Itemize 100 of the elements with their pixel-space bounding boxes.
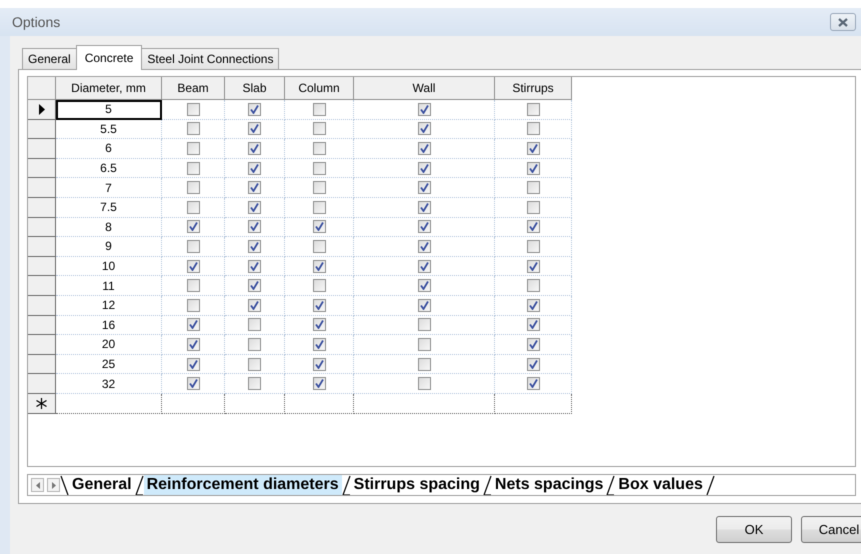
checkbox[interactable]: [418, 358, 430, 371]
checkbox[interactable]: [418, 200, 430, 214]
checkbox[interactable]: [418, 260, 430, 273]
checkbox[interactable]: [186, 142, 200, 155]
table-cell[interactable]: 20: [56, 335, 162, 355]
checkbox[interactable]: [418, 102, 430, 116]
checkbox[interactable]: [186, 122, 200, 136]
checkbox[interactable]: [418, 338, 430, 351]
sheet-tab[interactable]: Stirrups spacing: [350, 475, 483, 495]
sheet-tab[interactable]: Nets spacings: [492, 475, 606, 495]
table-cell[interactable]: 7: [56, 178, 162, 198]
checkbox[interactable]: [186, 162, 200, 175]
column-header[interactable]: Column: [285, 77, 354, 100]
table-cell[interactable]: [354, 394, 495, 414]
sheet-tab[interactable]: Box values: [615, 475, 706, 495]
checkbox[interactable]: [312, 338, 326, 351]
checkbox[interactable]: [312, 220, 326, 234]
checkbox[interactable]: [418, 377, 430, 390]
tab[interactable]: General: [22, 48, 77, 69]
column-header[interactable]: Diameter, mm: [56, 77, 162, 100]
table-cell[interactable]: 12: [56, 296, 162, 316]
checkbox[interactable]: [418, 220, 430, 234]
checkbox[interactable]: [312, 142, 326, 155]
checkbox[interactable]: [312, 260, 326, 273]
checkbox[interactable]: [312, 377, 326, 390]
checkbox[interactable]: [248, 200, 261, 214]
table-cell[interactable]: 6.5: [56, 158, 162, 178]
checkbox[interactable]: [248, 240, 261, 253]
table-cell[interactable]: [495, 394, 572, 414]
checkbox[interactable]: [248, 298, 261, 312]
checkbox[interactable]: [186, 358, 200, 371]
checkbox[interactable]: [186, 260, 200, 273]
checkbox[interactable]: [418, 142, 430, 155]
column-header[interactable]: Slab: [225, 77, 285, 100]
dialog-button[interactable]: OK: [716, 516, 792, 543]
checkbox[interactable]: [312, 122, 326, 136]
scroll-right-button[interactable]: [47, 478, 60, 492]
checkbox[interactable]: [312, 358, 326, 371]
sheet-tab[interactable]: Reinforcement diameters: [144, 475, 342, 495]
checkbox[interactable]: [526, 377, 540, 390]
checkbox[interactable]: [186, 102, 200, 116]
checkbox[interactable]: [186, 220, 200, 234]
checkbox[interactable]: [526, 142, 540, 155]
row-header[interactable]: [28, 100, 56, 120]
checkbox[interactable]: [248, 122, 261, 136]
table-cell[interactable]: 8: [56, 218, 162, 238]
checkbox[interactable]: [186, 200, 200, 214]
checkbox[interactable]: [418, 298, 430, 312]
scroll-left-button[interactable]: [31, 478, 44, 492]
dialog-button[interactable]: Cancel: [801, 516, 861, 543]
checkbox[interactable]: [418, 279, 430, 292]
checkbox[interactable]: [248, 358, 261, 371]
table-cell[interactable]: 5: [56, 100, 162, 120]
table-cell[interactable]: 32: [56, 374, 162, 394]
checkbox[interactable]: [312, 200, 326, 214]
table-cell[interactable]: [285, 394, 354, 414]
checkbox[interactable]: [186, 377, 200, 390]
table-cell[interactable]: [56, 394, 162, 414]
checkbox[interactable]: [418, 162, 430, 175]
checkbox[interactable]: [186, 181, 200, 194]
checkbox[interactable]: [526, 240, 540, 253]
checkbox[interactable]: [526, 200, 540, 214]
tab[interactable]: Concrete: [76, 45, 142, 70]
checkbox[interactable]: [248, 279, 261, 292]
column-header[interactable]: Wall: [354, 77, 495, 100]
column-header[interactable]: Beam: [162, 77, 225, 100]
checkbox[interactable]: [186, 240, 200, 253]
tab[interactable]: Steel Joint Connections: [141, 48, 280, 69]
table-cell[interactable]: 9: [56, 237, 162, 257]
checkbox[interactable]: [526, 162, 540, 175]
checkbox[interactable]: [418, 122, 430, 136]
checkbox[interactable]: [312, 318, 326, 332]
checkbox[interactable]: [248, 181, 261, 194]
checkbox[interactable]: [526, 279, 540, 292]
checkbox[interactable]: [312, 240, 326, 253]
checkbox[interactable]: [526, 318, 540, 332]
table-cell[interactable]: 25: [56, 354, 162, 374]
sheet-tab[interactable]: General: [69, 475, 135, 495]
checkbox[interactable]: [248, 220, 261, 234]
table-cell[interactable]: 10: [56, 256, 162, 276]
checkbox[interactable]: [248, 318, 261, 332]
checkbox[interactable]: [312, 162, 326, 175]
checkbox[interactable]: [186, 279, 200, 292]
checkbox[interactable]: [526, 181, 540, 194]
table-cell[interactable]: 16: [56, 316, 162, 336]
checkbox[interactable]: [248, 377, 261, 390]
checkbox[interactable]: [312, 279, 326, 292]
checkbox[interactable]: [418, 181, 430, 194]
table-cell[interactable]: 7.5: [56, 198, 162, 218]
table-cell[interactable]: [162, 394, 225, 414]
checkbox[interactable]: [526, 298, 540, 312]
checkbox[interactable]: [186, 338, 200, 351]
checkbox[interactable]: [526, 122, 540, 136]
table-cell[interactable]: 6: [56, 139, 162, 159]
checkbox[interactable]: [248, 338, 261, 351]
checkbox[interactable]: [526, 260, 540, 273]
checkbox[interactable]: [418, 240, 430, 253]
column-header[interactable]: Stirrups: [495, 77, 572, 100]
checkbox[interactable]: [186, 298, 200, 312]
checkbox[interactable]: [418, 318, 430, 332]
